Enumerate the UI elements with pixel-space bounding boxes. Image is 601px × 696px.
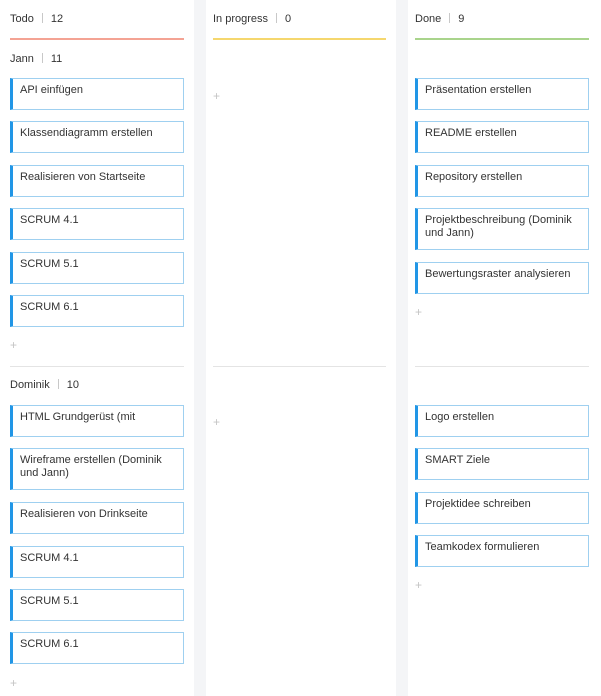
add-card-icon[interactable]: + (213, 416, 220, 428)
task-card[interactable]: SCRUM 5.1 (10, 252, 184, 284)
column-title: In progress (213, 13, 269, 25)
task-card[interactable]: Realisieren von Startseite (10, 165, 184, 197)
task-card[interactable]: SCRUM 6.1 (10, 632, 184, 664)
column-color-bar (415, 38, 589, 40)
task-card[interactable]: SCRUM 4.1 (10, 546, 184, 578)
task-card-title: Präsentation erstellen (425, 84, 532, 96)
task-card[interactable]: Wireframe erstellen (Dominik und Jann) (10, 448, 184, 490)
task-card-title: SCRUM 4.1 (20, 552, 79, 564)
task-card-title: Repository erstellen (425, 171, 523, 183)
task-card[interactable]: README erstellen (415, 121, 589, 153)
swimlane-name: Dominik (10, 379, 50, 391)
task-card[interactable]: API einfügen (10, 78, 184, 110)
add-card-icon[interactable]: + (415, 579, 422, 591)
task-card[interactable]: Realisieren von Drinkseite (10, 502, 184, 534)
column-count: 9 (458, 13, 465, 25)
column-color-bar (10, 38, 184, 40)
add-card-icon[interactable]: + (10, 677, 17, 689)
task-card[interactable]: Bewertungsraster analysieren (415, 262, 589, 294)
task-card[interactable]: Repository erstellen (415, 165, 589, 197)
task-card[interactable]: SCRUM 5.1 (10, 589, 184, 621)
task-card-title: SCRUM 5.1 (20, 258, 79, 270)
task-card-title: Logo erstellen (425, 411, 495, 423)
task-card-title: Bewertungsraster analysieren (425, 268, 571, 280)
column-header-done[interactable]: Done 9 (415, 0, 589, 40)
task-card[interactable]: Projektidee schreiben (415, 492, 589, 524)
task-card[interactable]: SCRUM 6.1 (10, 295, 184, 327)
add-card-icon[interactable]: + (213, 90, 220, 102)
task-card-title: Realisieren von Startseite (20, 171, 146, 183)
column-divider (396, 0, 408, 696)
task-card-title: Projektidee schreiben (425, 498, 531, 510)
task-card-title: HTML Grundgerüst (mit (20, 411, 136, 423)
task-card[interactable]: Projektbeschreibung (Dominik und Jann) (415, 208, 589, 250)
task-card-title: Realisieren von Drinkseite (20, 508, 148, 520)
task-card-title: SCRUM 5.1 (20, 595, 79, 607)
task-card-title: Teamkodex formulieren (425, 541, 540, 553)
swimlane-count: 10 (66, 379, 79, 391)
column-title: Todo (10, 13, 34, 25)
swimlane-title-jann[interactable]: Jann 11 (10, 53, 62, 65)
column-header-in-progress[interactable]: In progress 0 (213, 0, 386, 40)
column-title: Done (415, 13, 442, 25)
swimlane-divider (10, 366, 184, 367)
add-card-icon[interactable]: + (415, 306, 422, 318)
task-card[interactable]: Teamkodex formulieren (415, 535, 589, 567)
column-count: 12 (50, 13, 64, 25)
task-card-title: Wireframe erstellen (Dominik und Jann) (20, 454, 162, 479)
task-card[interactable]: Präsentation erstellen (415, 78, 589, 110)
swimlane-title-dominik[interactable]: Dominik 10 (10, 379, 79, 391)
task-card-title: SCRUM 4.1 (20, 214, 79, 226)
task-card[interactable]: SCRUM 4.1 (10, 208, 184, 240)
task-card-title: Projektbeschreibung (Dominik und Jann) (425, 214, 572, 239)
add-card-icon[interactable]: + (10, 339, 17, 351)
swimlane-divider (415, 366, 589, 367)
task-card-title: SCRUM 6.1 (20, 301, 79, 313)
column-header-todo[interactable]: Todo 12 (10, 0, 184, 40)
task-card-title: README erstellen (425, 127, 517, 139)
task-card-title: API einfügen (20, 84, 83, 96)
column-color-bar (213, 38, 386, 40)
task-card-title: Klassendiagramm erstellen (20, 127, 153, 139)
task-card[interactable]: Klassendiagramm erstellen (10, 121, 184, 153)
swimlane-divider (213, 366, 386, 367)
swimlane-count: 11 (50, 53, 63, 65)
column-count: 0 (285, 13, 292, 25)
task-card[interactable]: HTML Grundgerüst (mit (10, 405, 184, 437)
task-card-title: SCRUM 6.1 (20, 638, 79, 650)
swimlane-name: Jann (10, 53, 34, 65)
column-divider (194, 0, 206, 696)
task-card[interactable]: SMART Ziele (415, 448, 589, 480)
task-card-title: SMART Ziele (425, 454, 491, 466)
task-card[interactable]: Logo erstellen (415, 405, 589, 437)
